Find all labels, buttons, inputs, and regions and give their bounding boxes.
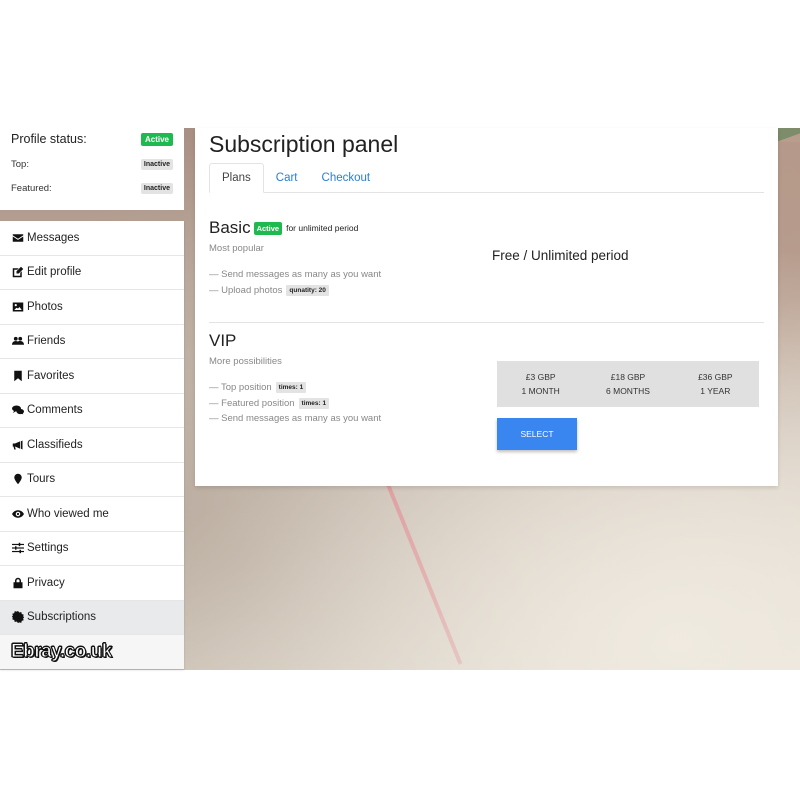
sidebar-item-label: Messages: [27, 231, 80, 244]
envelope-icon: [11, 232, 25, 244]
plan-feature: — Upload photos qunatity: 20: [209, 283, 764, 299]
map-marker-icon: [11, 473, 25, 485]
price-option[interactable]: £36 GBP 1 YEAR: [672, 370, 759, 398]
sidebar-item-label: Privacy: [27, 576, 65, 589]
sidebar-item-label: Subscriptions: [27, 611, 97, 624]
plan-name: Basic: [209, 218, 251, 237]
feature-text: — Send messages as many as you want: [209, 269, 382, 281]
sidebar-item-label: Tours: [27, 473, 56, 486]
tab-checkout[interactable]: Checkout: [310, 163, 383, 193]
tab-plans[interactable]: Plans: [209, 163, 264, 193]
profile-status-label: Profile status:: [11, 132, 87, 146]
feature-tag: times: 1: [275, 382, 307, 394]
page-title: Subscription panel: [209, 131, 399, 157]
sidebar-item-classifieds[interactable]: Classifieds: [0, 428, 184, 463]
comments-icon: [11, 404, 25, 416]
brand-text: Ebray.co.uk: [11, 641, 113, 663]
sidebar-menu: Messages Edit profile Photos Friends Fav…: [0, 221, 184, 669]
sidebar-item-who-viewed-me[interactable]: Who viewed me: [0, 497, 184, 532]
sidebar-item-edit-profile[interactable]: Edit profile: [0, 256, 184, 290]
plan-feature: — Send messages as many as you want: [209, 411, 764, 427]
lock-icon: [11, 577, 25, 589]
sidebar-item-label: Photos: [27, 300, 63, 313]
plan-header: VIP: [209, 331, 764, 351]
top-status-badge: Inactive: [140, 158, 173, 170]
profile-status-row: Profile status: Active: [11, 130, 173, 148]
users-icon: [11, 335, 25, 347]
feature-text: — Top position: [209, 382, 272, 394]
plan-vip: VIP More possibilities — Top position ti…: [209, 323, 764, 450]
sidebar-item-settings[interactable]: Settings: [0, 532, 184, 566]
plan-period: for unlimited period: [286, 223, 359, 233]
sidebar-item-label: Friends: [27, 335, 66, 348]
eye-icon: [11, 508, 25, 520]
feature-text: — Featured position: [209, 397, 295, 409]
sidebar-item-subscriptions[interactable]: Subscriptions: [0, 600, 184, 635]
background-decoration: [778, 128, 800, 142]
megaphone-icon: [11, 439, 25, 451]
bookmark-icon: [11, 370, 25, 382]
sidebar-item-label: Classifieds: [27, 438, 83, 451]
featured-status-row: Featured: Inactive: [11, 180, 173, 196]
price-duration: 6 MONTHS: [606, 386, 650, 396]
sidebar-item-favorites[interactable]: Favorites: [0, 359, 184, 394]
certificate-icon: [11, 611, 25, 624]
sidebar-item-comments[interactable]: Comments: [0, 394, 184, 428]
sliders-icon: [11, 542, 25, 554]
plan-basic: Basic Active for unlimited period Most p…: [209, 193, 764, 323]
plan-feature: — Send messages as many as you want: [209, 267, 764, 283]
profile-status-box: Profile status: Active Top: Inactive Fea…: [0, 120, 184, 210]
sidebar-item-label: Comments: [27, 404, 83, 417]
top-status-row: Top: Inactive: [11, 156, 173, 172]
price-duration: 1 YEAR: [700, 386, 731, 396]
featured-status-label: Featured:: [11, 182, 52, 194]
price-amount: £36 GBP: [698, 372, 733, 382]
plan-name: VIP: [209, 331, 237, 350]
price-options: £3 GBP 1 MONTH £18 GBP 6 MONTHS £36 GBP …: [497, 361, 759, 407]
image-icon: [11, 301, 25, 313]
price-option[interactable]: £18 GBP 6 MONTHS: [584, 370, 671, 398]
feature-tag: times: 1: [298, 397, 330, 409]
profile-status-badge: Active: [140, 132, 173, 146]
price-option[interactable]: £3 GBP 1 MONTH: [497, 370, 584, 398]
tab-bar: Plans Cart Checkout: [209, 163, 764, 193]
sidebar-item-tours[interactable]: Tours: [0, 463, 184, 497]
sidebar-item-privacy[interactable]: Privacy: [0, 566, 184, 601]
feature-text: — Send messages as many as you want: [209, 413, 382, 425]
sidebar-item-label: Favorites: [27, 369, 75, 382]
brand-logo: Ebray.co.uk: [0, 635, 184, 669]
price-duration: 1 MONTH: [521, 386, 560, 396]
edit-icon: [11, 266, 25, 278]
select-button[interactable]: SELECT: [497, 418, 577, 450]
plan-header: Basic Active for unlimited period: [209, 218, 764, 238]
price-amount: £18 GBP: [610, 372, 646, 382]
sidebar-item-label: Edit profile: [27, 266, 82, 279]
subscription-panel: Subscription panel Plans Cart Checkout B…: [195, 128, 778, 486]
tab-cart[interactable]: Cart: [264, 163, 310, 193]
price-amount: £3 GBP: [525, 372, 556, 382]
feature-text: — Upload photos: [209, 284, 283, 296]
sidebar-item-messages[interactable]: Messages: [0, 221, 184, 256]
plan-subtitle: Most popular: [209, 243, 264, 254]
plan-status-badge: Active: [253, 221, 283, 235]
sidebar-item-friends[interactable]: Friends: [0, 325, 184, 359]
sidebar-item-label: Who viewed me: [27, 507, 109, 520]
top-status-label: Top:: [11, 158, 29, 170]
plan-price-label: Free / Unlimited period: [492, 248, 629, 263]
featured-status-badge: Inactive: [140, 182, 173, 194]
sidebar-item-label: Settings: [27, 542, 69, 555]
feature-tag: qunatity: 20: [286, 284, 329, 296]
sidebar-item-photos[interactable]: Photos: [0, 290, 184, 325]
